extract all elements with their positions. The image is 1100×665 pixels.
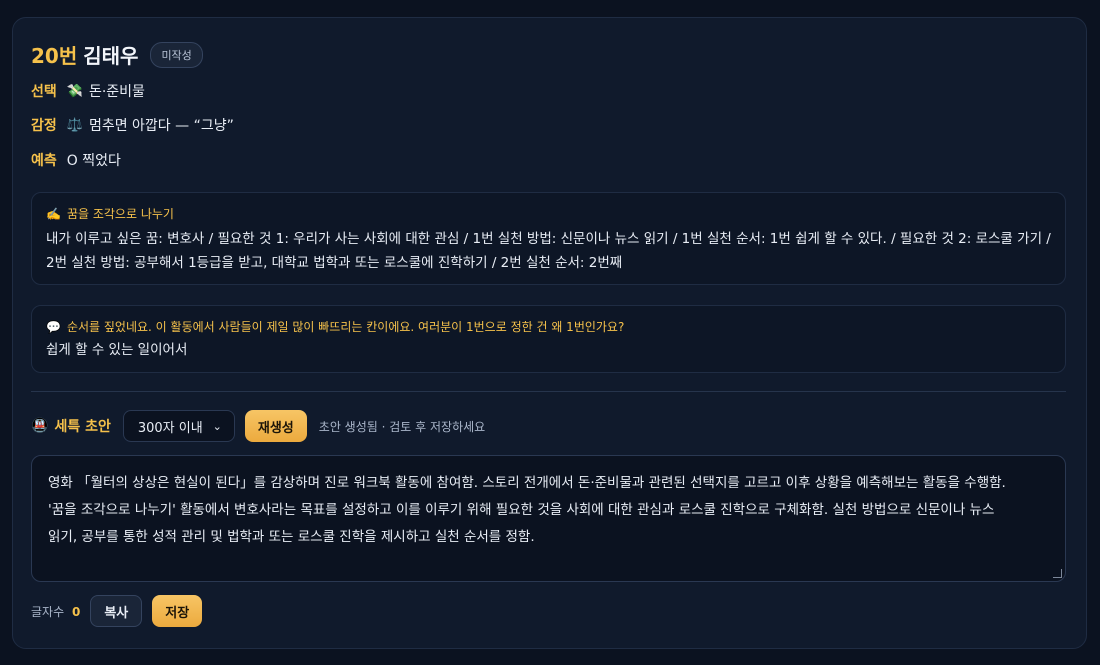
status-badge: 미작성: [150, 41, 203, 68]
question-prompt: 순서를 짚었네요. 이 활동에서 사람들이 제일 많이 빠뜨리는 칸이에요. 여…: [66, 320, 625, 334]
speech-bubble-icon: 💬: [46, 319, 61, 334]
choice-label: 선택: [31, 84, 57, 100]
char-count: 글자수 0: [31, 603, 80, 620]
resize-handle-icon[interactable]: [1053, 569, 1062, 578]
activity-body-line: 내가 이루고 싶은 꿈: 변호사 / 필요한 것 1: 우리가 사는 사회에 대…: [46, 231, 1051, 247]
question-answer: 쉽게 할 수 있는 일이어서: [46, 342, 188, 358]
copy-button[interactable]: 복사: [90, 595, 143, 627]
question-title: 💬 순서를 짚었네요. 이 활동에서 사람들이 제일 많이 빠뜨리는 칸이에요.…: [46, 318, 1051, 335]
student-card: 20번 김태우 미작성 선택 💸 돈·준비물 감정 ⚖️ 멈추면 아깝다 — “…: [12, 17, 1087, 649]
student-number: 20번: [31, 44, 78, 68]
seteuk-label-text: 세특 초안: [54, 419, 111, 435]
draft-textarea[interactable]: 영화 「월터의 상상은 현실이 된다」를 감상하며 진로 워크북 활동에 참여함…: [31, 455, 1066, 582]
money-icon: 💸: [66, 83, 83, 99]
draft-line: 영화 「월터의 상상은 현실이 된다」를 감상하며 진로 워크북 활동에 참여함…: [48, 475, 1006, 491]
draft-line: '꿈을 조각으로 나누기' 활동에서 변호사라는 목표를 설정하고 이를 이루기…: [48, 502, 995, 518]
question-box: 💬 순서를 짚었네요. 이 활동에서 사람들이 제일 많이 빠뜨리는 칸이에요.…: [31, 305, 1066, 373]
draft-status-hint: 초안 생성됨 · 검토 후 저장하세요: [318, 419, 486, 434]
activity-body: 내가 이루고 싶은 꿈: 변호사 / 필요한 것 1: 우리가 사는 사회에 대…: [46, 227, 1051, 275]
student-name: 김태우: [83, 44, 139, 68]
writing-hand-icon: ✍️: [46, 206, 61, 221]
char-count-value: 0: [71, 604, 81, 619]
divider: [31, 391, 1066, 392]
regenerate-button[interactable]: 재생성: [244, 410, 307, 442]
save-button[interactable]: 저장: [152, 595, 203, 627]
prediction-row: 예측 O 찍었다: [31, 150, 121, 170]
choice-row: 선택 💸 돈·준비물: [31, 81, 145, 101]
emotion-row: 감정 ⚖️ 멈추면 아깝다 — “그냥”: [31, 115, 234, 135]
activity-title-text: 꿈을 조각으로 나누기: [66, 207, 174, 221]
char-count-label: 글자수: [31, 604, 65, 619]
train-icon: 🚇: [31, 418, 49, 434]
card-header: 20번 김태우 미작성: [31, 40, 203, 69]
choice-value: 돈·준비물: [88, 84, 145, 100]
seteuk-label: 🚇 세특 초안: [31, 416, 111, 436]
length-select[interactable]: 300자 이내 ⌄: [122, 410, 235, 442]
activity-body-line: 2번 실천 방법: 공부해서 1등급을 받고, 대학교 법학과 또는 로스쿨에 …: [46, 255, 623, 271]
activity-box: ✍️ 꿈을 조각으로 나누기 내가 이루고 싶은 꿈: 변호사 / 필요한 것 …: [31, 192, 1066, 285]
activity-title: ✍️ 꿈을 조각으로 나누기: [46, 205, 1051, 222]
prediction-label: 예측: [31, 153, 57, 169]
emotion-value: 멈추면 아깝다 — “그냥”: [88, 118, 234, 134]
card-footer: 글자수 0 복사 저장: [31, 595, 203, 627]
emotion-label: 감정: [31, 118, 57, 134]
seteuk-toolbar: 🚇 세특 초안 300자 이내 ⌄ 재생성 초안 생성됨 · 검토 후 저장하세…: [31, 409, 485, 443]
length-select-value: 300자 이내: [137, 420, 203, 436]
prediction-value: O 찍었다: [66, 153, 121, 169]
draft-line: 읽기, 공부를 통한 성적 관리 및 법학과 또는 로스쿨 진학을 제시하고 실…: [48, 529, 535, 545]
chevron-down-icon: ⌄: [212, 419, 222, 433]
scale-icon: ⚖️: [66, 117, 83, 133]
